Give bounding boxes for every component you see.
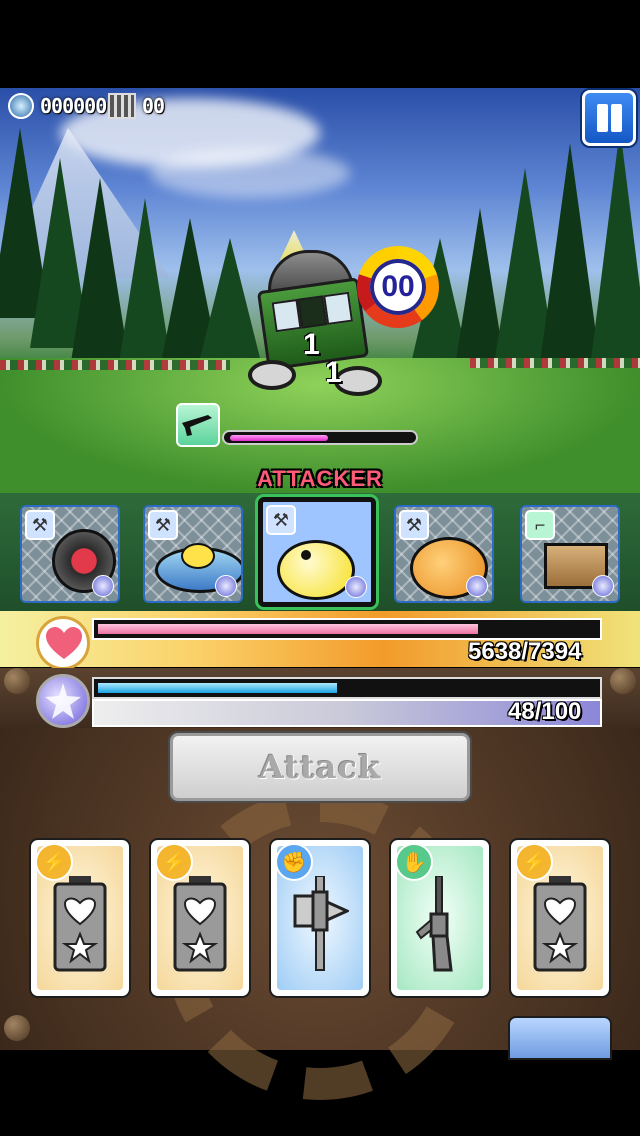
deck-next-card[interactable] bbox=[510, 1018, 610, 1058]
enemy-window bbox=[297, 295, 328, 329]
player-hp-text: 5638/7394 bbox=[468, 638, 582, 665]
rifle-icon: ⌐ bbox=[525, 510, 555, 540]
film-icon bbox=[108, 93, 136, 119]
player-mp-fill bbox=[98, 683, 337, 693]
battery-heart-icon bbox=[173, 876, 227, 972]
pause-icon bbox=[611, 104, 622, 132]
star-orb-icon bbox=[92, 575, 114, 597]
attacker-label: ATTACKER bbox=[257, 466, 383, 491]
turn-timer-value: 00 bbox=[381, 270, 415, 303]
rivet bbox=[610, 668, 636, 694]
party-member-tire-robot[interactable]: ⚒ bbox=[20, 505, 120, 603]
party-member-saucer-robot[interactable]: ⚒ bbox=[143, 505, 243, 603]
enemy-window bbox=[271, 298, 302, 333]
player-hp-bar bbox=[92, 618, 602, 640]
rivet bbox=[4, 668, 30, 694]
rivet bbox=[4, 1015, 30, 1041]
enemy-leg bbox=[248, 360, 296, 390]
currency-value: 000000 bbox=[40, 94, 107, 118]
hand-card-hammer[interactable]: ✊ bbox=[271, 840, 369, 996]
pine-tree bbox=[590, 128, 640, 368]
rifle-icon bbox=[176, 403, 220, 447]
damage-number: 1 bbox=[303, 328, 320, 361]
turn-timer: 00 bbox=[357, 246, 439, 328]
robot-portrait-detail bbox=[181, 543, 215, 569]
party-member-fish-robot[interactable]: ⚒ bbox=[394, 505, 494, 603]
axe-icon: ⚒ bbox=[266, 505, 296, 535]
star-orb-icon bbox=[215, 575, 237, 597]
hand-card-battery[interactable]: ⚡ bbox=[31, 840, 129, 996]
attack-button[interactable]: Attack bbox=[170, 733, 470, 801]
enemy-hp-fill bbox=[230, 435, 328, 441]
star-orb-icon bbox=[36, 674, 90, 728]
player-mp-bar bbox=[92, 677, 602, 699]
axe-icon: ⚒ bbox=[25, 510, 55, 540]
coin-icon bbox=[8, 93, 34, 119]
enemy-window bbox=[323, 291, 354, 326]
battery-heart-icon bbox=[53, 876, 107, 972]
pause-button[interactable] bbox=[582, 90, 636, 146]
star-orb-icon bbox=[466, 575, 488, 597]
battery-heart-icon bbox=[533, 876, 587, 972]
damage-number: 1 bbox=[325, 356, 342, 389]
flower-bed bbox=[470, 358, 640, 368]
hand-card-battery[interactable]: ⚡ bbox=[151, 840, 249, 996]
player-mp-text: 48/100 bbox=[508, 698, 582, 725]
player-hp-fill bbox=[98, 624, 478, 634]
hand-card-rifle[interactable]: ✋ bbox=[391, 840, 489, 996]
party-member-crate-robot[interactable]: ⌐ bbox=[520, 505, 620, 603]
enemy-robot[interactable] bbox=[238, 230, 388, 420]
flower-bed bbox=[0, 360, 230, 370]
heart-icon bbox=[36, 616, 90, 670]
rifle-icon bbox=[415, 876, 453, 972]
pause-icon bbox=[597, 104, 608, 132]
party-row: ⚒ ⚒ ⚒ ⚒ ⌐ bbox=[0, 493, 640, 611]
robot-portrait bbox=[277, 540, 355, 600]
star-orb-icon bbox=[592, 575, 614, 597]
film-value: 00 bbox=[142, 94, 165, 118]
axe-icon: ⚒ bbox=[399, 510, 429, 540]
attack-button-label: Attack bbox=[258, 748, 382, 786]
enemy-hp-bar bbox=[222, 430, 418, 445]
hand-card-battery[interactable]: ⚡ bbox=[511, 840, 609, 996]
robot-eye bbox=[301, 550, 311, 560]
star-orb-icon bbox=[345, 576, 367, 598]
cloud bbox=[150, 148, 350, 198]
party-member-chick-robot[interactable]: ⚒ bbox=[258, 497, 376, 607]
hammer-icon bbox=[293, 876, 349, 971]
axe-icon: ⚒ bbox=[148, 510, 178, 540]
